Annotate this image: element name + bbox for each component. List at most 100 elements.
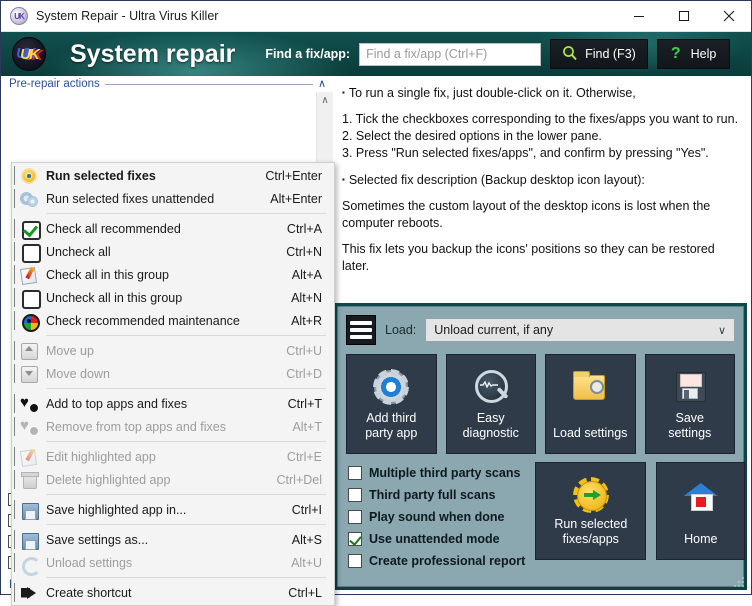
chevron-down-icon: ∨ — [717, 324, 726, 337]
menu-item-label: Uncheck all in this group — [46, 290, 183, 305]
sun-run-icon — [17, 165, 46, 187]
menu-item-delete-highlighted-app[interactable]: Delete highlighted app Ctrl+Del — [12, 468, 334, 491]
option-create-professional-report[interactable]: Create professional report — [348, 550, 525, 572]
right-pane: To run a single fix, just double-click o… — [334, 76, 751, 594]
menu-item-save-highlighted-app-in[interactable]: Save highlighted app in... Ctrl+I — [12, 498, 334, 521]
menu-item-run-selected-fixes-unattended[interactable]: Run selected fixes unattended Alt+Enter — [12, 187, 334, 210]
menu-item-label: Move up — [46, 343, 94, 358]
menu-item-edit-highlighted-app[interactable]: Edit highlighted app Ctrl+E — [12, 445, 334, 468]
menu-item-add-to-top-apps-and-fixes[interactable]: Add to top apps and fixes Ctrl+T — [12, 392, 334, 415]
search-input[interactable] — [359, 42, 542, 66]
options-panel-inner: Load: Unload current, if any ∨ Add third… — [337, 306, 746, 587]
menu-item-uncheck-all[interactable]: Uncheck all Ctrl+N — [12, 240, 334, 263]
add-third-party-app-button[interactable]: Add third party app — [346, 354, 437, 454]
home-icon — [681, 475, 721, 515]
options-panel: Load: Unload current, if any ∨ Add third… — [334, 303, 747, 590]
save-disk-icon — [17, 529, 46, 551]
menu-item-shortcut: Alt+U — [291, 555, 322, 570]
home-button[interactable]: Home — [656, 462, 746, 560]
description-line: To run a single fix, just double-click o… — [342, 84, 745, 102]
run-gear-arrow-icon — [571, 475, 611, 515]
arrow-down-icon — [17, 363, 46, 385]
shortcut-arrow-icon — [17, 582, 46, 604]
menu-item-shortcut: Alt+A — [291, 267, 322, 282]
close-button[interactable] — [706, 1, 751, 32]
option-use-unattended-mode[interactable]: Use unattended mode — [348, 528, 525, 550]
menu-separator — [46, 388, 326, 389]
context-menu[interactable]: Run selected fixes Ctrl+Enter Run select… — [11, 162, 335, 606]
hamburger-menu-icon[interactable] — [346, 315, 376, 345]
title-bar: System Repair - Ultra Virus Killer — [1, 1, 751, 32]
option-checkbox[interactable] — [348, 554, 362, 568]
menu-item-run-selected-fixes[interactable]: Run selected fixes Ctrl+Enter — [12, 164, 334, 187]
menu-item-unload-settings[interactable]: Unload settings Alt+U — [12, 551, 334, 576]
option-play-sound-when-done[interactable]: Play sound when done — [348, 506, 525, 528]
option-label: Play sound when done — [369, 510, 505, 524]
resize-grip[interactable] — [733, 576, 745, 588]
description-line: 1. Tick the checkboxes corresponding to … — [342, 112, 739, 126]
application-window: System Repair - Ultra Virus Killer UK Sy… — [0, 0, 752, 606]
easy-diagnostic-button[interactable]: Easy diagnostic — [445, 354, 536, 454]
trash-icon — [17, 469, 46, 491]
option-checkbox[interactable] — [348, 532, 362, 546]
option-checkbox[interactable] — [348, 466, 362, 480]
menu-item-label: Create shortcut — [46, 585, 132, 600]
tile-label: Load settings — [553, 426, 628, 440]
find-label: Find a fix/app: — [265, 47, 351, 61]
run-selected-fixes-button[interactable]: Run selected fixes/apps — [535, 462, 647, 560]
menu-item-shortcut: Ctrl+U — [286, 343, 322, 358]
menu-item-remove-from-top-apps-and-fixes[interactable]: Remove from top apps and fixes Alt+T — [12, 415, 334, 438]
menu-item-move-down[interactable]: Move down Ctrl+D — [12, 362, 334, 385]
menu-item-label: Edit highlighted app — [46, 449, 156, 464]
maximize-button[interactable] — [661, 1, 706, 32]
menu-separator — [46, 441, 326, 442]
menu-item-label: Add to top apps and fixes — [46, 396, 188, 411]
menu-item-check-recommended-maintenance[interactable]: Check recommended maintenance Alt+R — [12, 309, 334, 332]
option-third-party-full-scans[interactable]: Third party full scans — [348, 484, 525, 506]
menu-item-label: Check all recommended — [46, 221, 181, 236]
group-header-label: Pre-repair actions — [9, 78, 105, 90]
heart-plus-icon — [17, 393, 46, 415]
page-title: System repair — [70, 39, 236, 68]
app-header: UK System repair Find a fix/app: Find (F… — [1, 32, 751, 76]
action-tiles: Run selected fixes/apps Home — [535, 462, 746, 560]
option-multiple-third-party-scans[interactable]: Multiple third party scans — [348, 462, 525, 484]
scroll-up-arrow-icon[interactable]: ∧ — [321, 92, 328, 109]
menu-item-label: Move down — [46, 366, 110, 381]
menu-item-create-shortcut[interactable]: Create shortcut Ctrl+L — [12, 581, 334, 604]
load-settings-select[interactable]: Unload current, if any ∨ — [425, 318, 735, 342]
find-button[interactable]: Find (F3) — [550, 39, 648, 69]
description-line: computer reboots. — [342, 216, 443, 230]
option-checkbox[interactable] — [348, 488, 362, 502]
group-collapse-caret-icon[interactable]: ∧ — [313, 78, 331, 90]
menu-separator — [46, 213, 326, 214]
load-settings-button[interactable]: Load settings — [545, 354, 636, 454]
main-body: Pre-repair actions ∧ Kaspersky TDSSKille… — [1, 76, 751, 606]
menu-item-shortcut: Alt+T — [292, 419, 322, 434]
menu-item-check-all-recommended[interactable]: Check all recommended Ctrl+A — [12, 217, 334, 240]
help-button-label: Help — [690, 47, 717, 61]
menu-separator — [46, 335, 326, 336]
menu-item-label: Run selected fixes unattended — [46, 191, 215, 206]
minimize-button[interactable] — [616, 1, 661, 32]
menu-item-shortcut: Ctrl+T — [287, 396, 322, 411]
save-disk-icon — [17, 499, 46, 521]
help-button[interactable]: ? Help — [656, 39, 731, 69]
menu-item-move-up[interactable]: Move up Ctrl+U — [12, 339, 334, 362]
description-line: Selected fix description (Backup desktop… — [342, 171, 745, 189]
menu-item-save-settings-as[interactable]: Save settings as... Alt+S — [12, 528, 334, 551]
diagnostic-magnifier-icon — [471, 367, 511, 407]
group-header-pre-repair[interactable]: Pre-repair actions ∧ — [1, 76, 333, 92]
load-label: Load: — [385, 323, 417, 337]
option-label: Create professional report — [369, 554, 526, 568]
menu-item-label: Unload settings — [46, 555, 133, 570]
option-checkbox[interactable] — [348, 510, 362, 524]
menu-item-check-all-in-this-group[interactable]: Check all in this group Alt+A — [12, 263, 334, 286]
menu-item-shortcut: Alt+S — [291, 532, 322, 547]
tile-label: Run selected fixes/apps — [554, 517, 628, 546]
save-settings-button[interactable]: Save settings — [644, 354, 735, 454]
menu-item-uncheck-all-in-this-group[interactable]: Uncheck all in this group Alt+N — [12, 286, 334, 309]
menu-separator — [46, 494, 326, 495]
